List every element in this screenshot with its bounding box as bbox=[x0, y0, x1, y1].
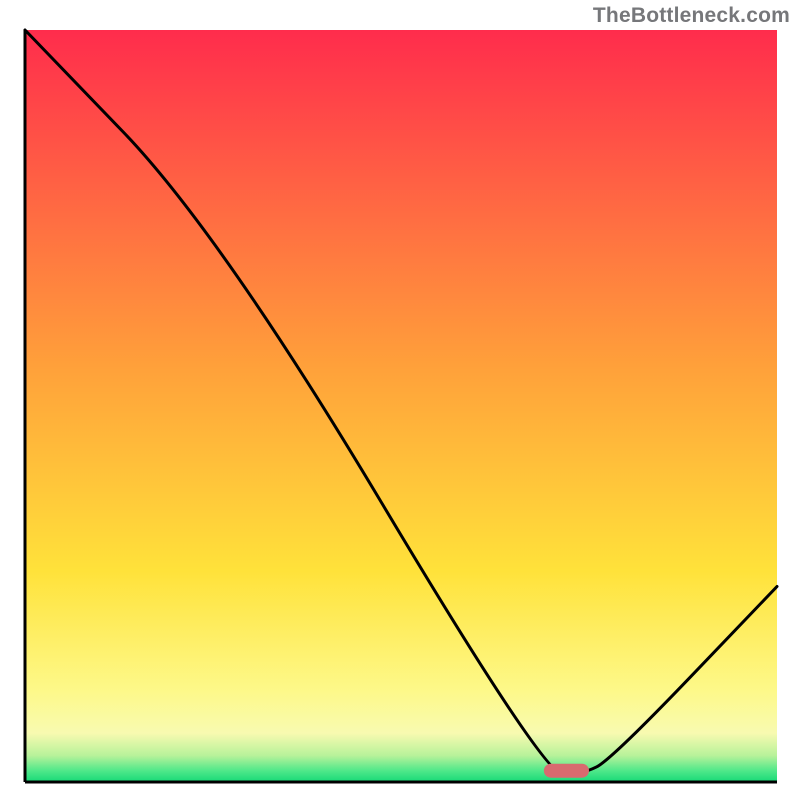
gradient-panel bbox=[25, 30, 777, 782]
bottleneck-chart bbox=[0, 0, 800, 800]
optimal-marker bbox=[544, 764, 589, 778]
chart-stage: TheBottleneck.com bbox=[0, 0, 800, 800]
